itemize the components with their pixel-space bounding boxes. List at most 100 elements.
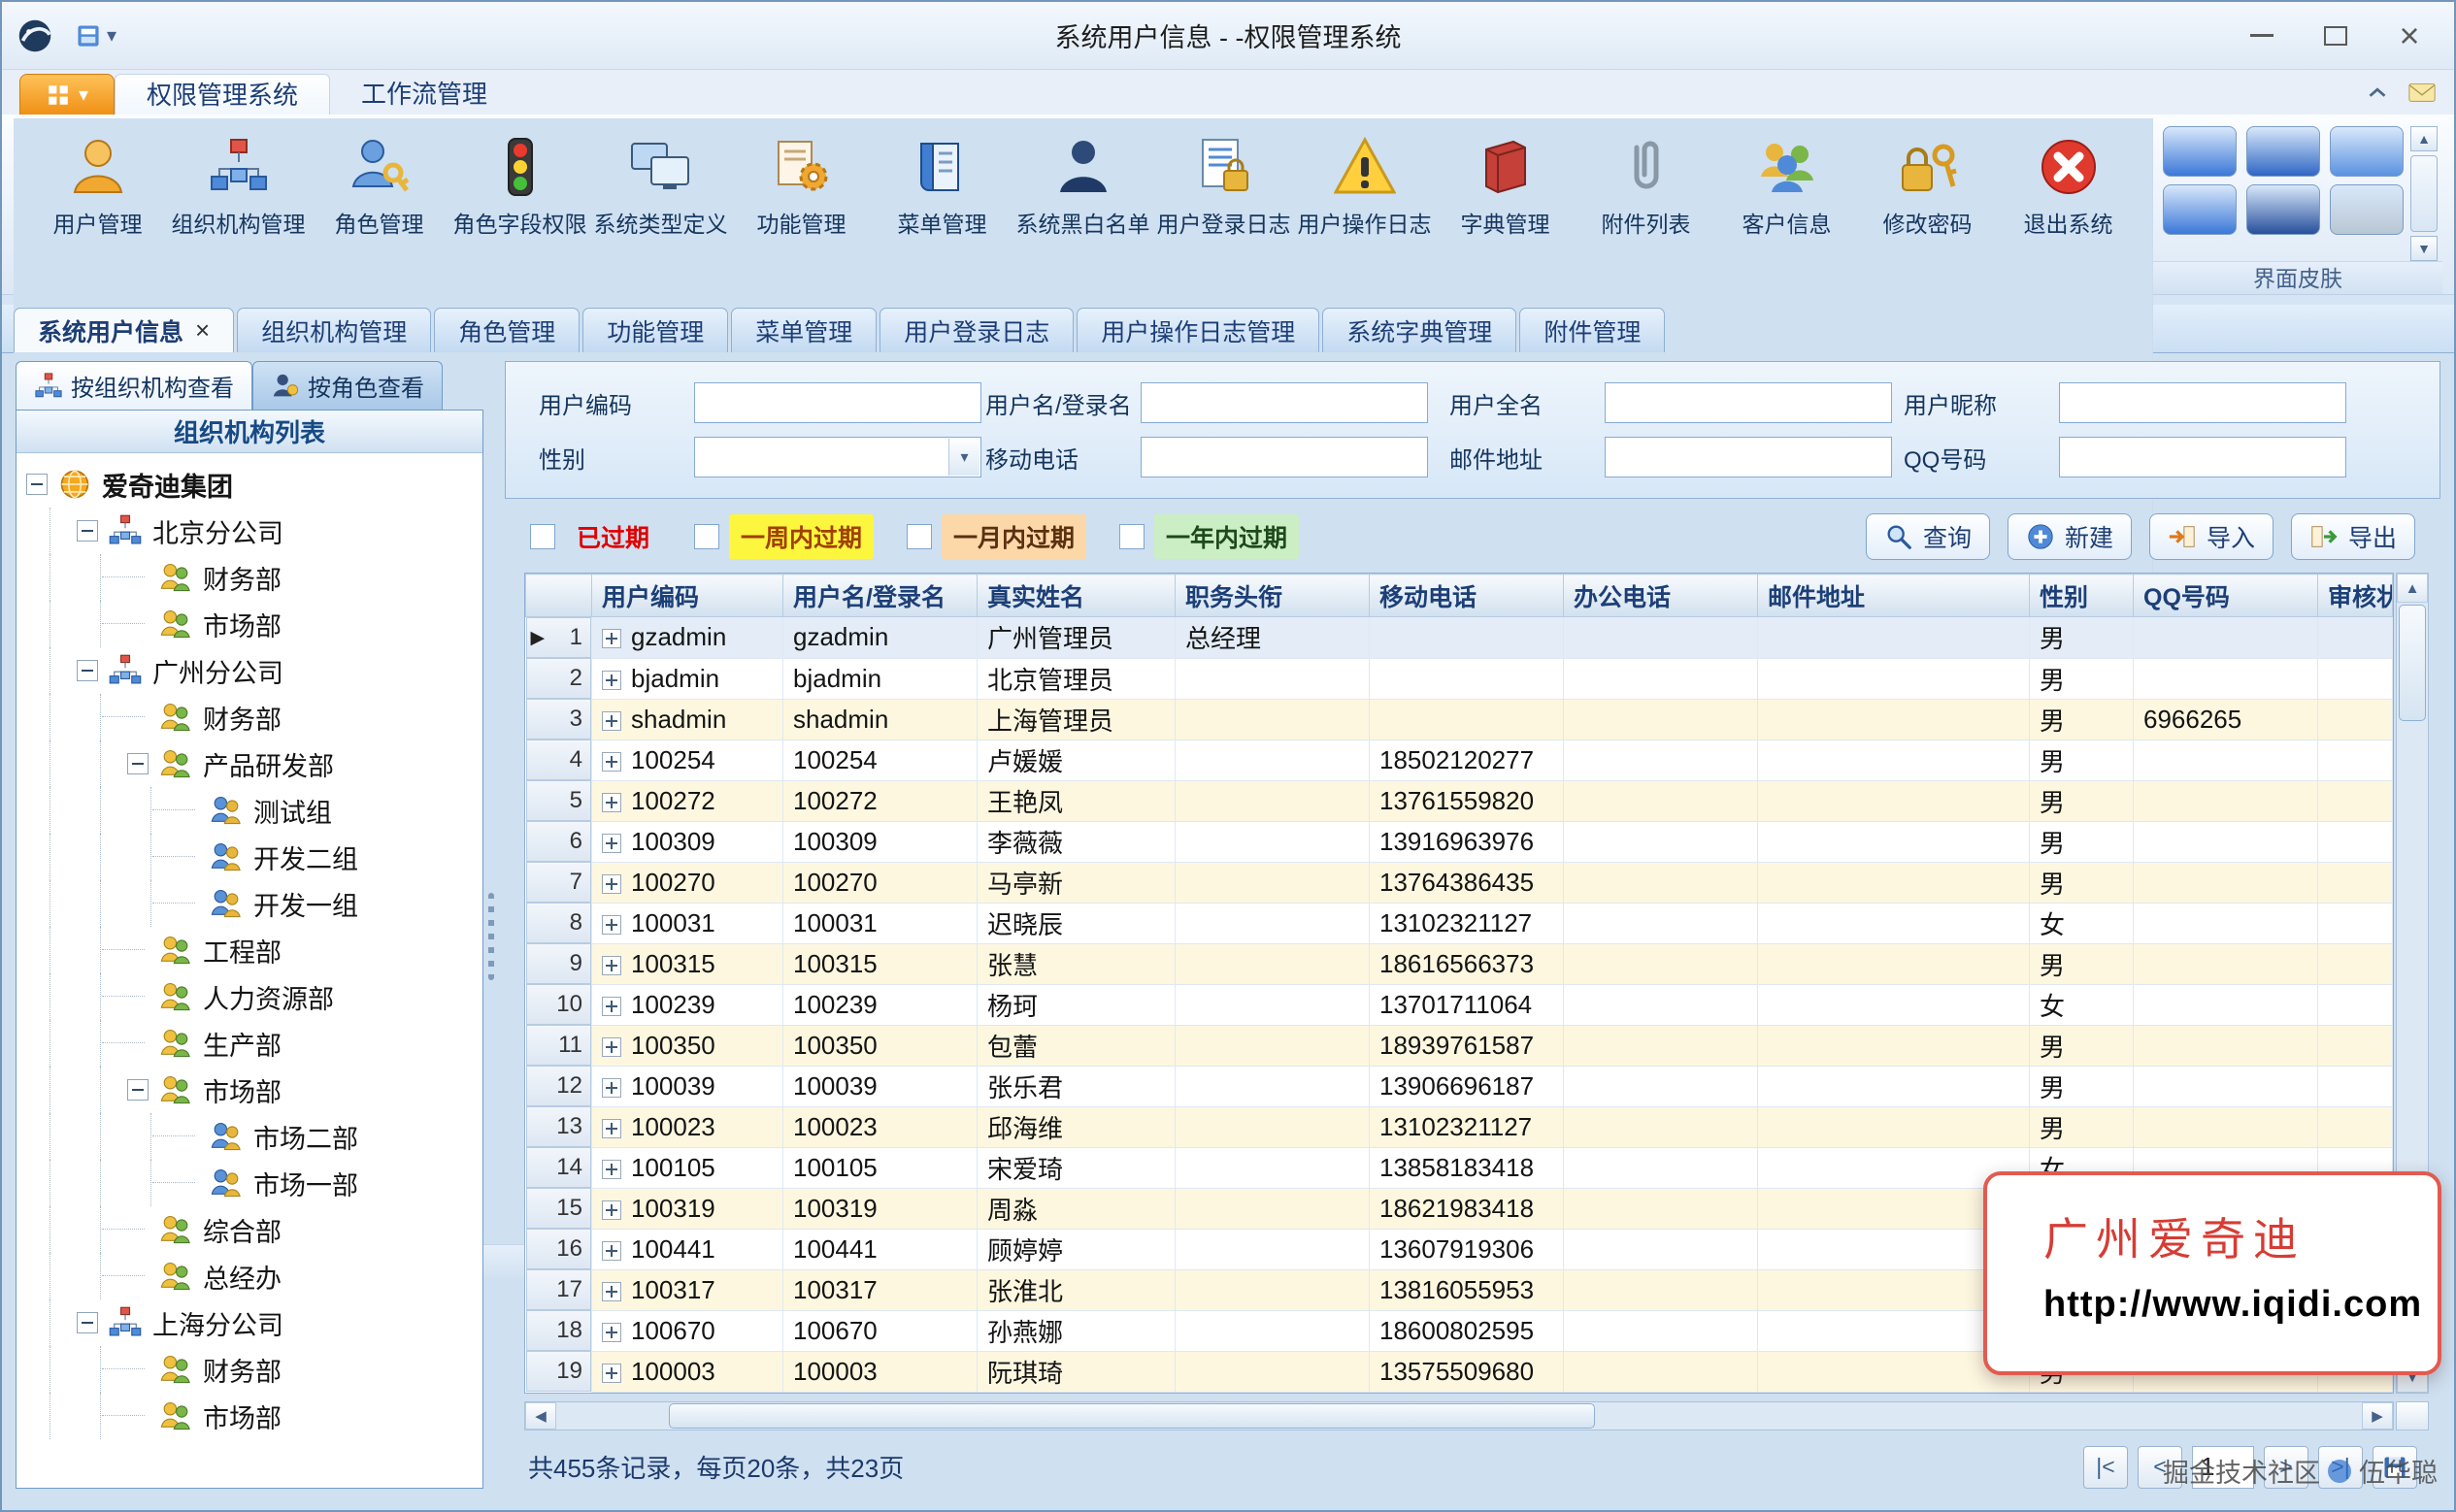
table-row-8[interactable]: 8100031100031迟晓辰13102321127女: [526, 903, 2393, 943]
grid-horizontal-scrollbar[interactable]: ◀ ▶: [524, 1401, 2394, 1430]
row-expand-icon[interactable]: [602, 915, 621, 935]
tree-item-市场部[interactable]: 市场部: [26, 1067, 482, 1113]
table-row-2[interactable]: 2bjadminbjadmin北京管理员男: [526, 658, 2393, 699]
table-row-9[interactable]: 9100315100315张慧18616566373男: [526, 943, 2393, 984]
tree-item-工程部[interactable]: 工程部: [26, 927, 482, 973]
row-expand-icon[interactable]: [602, 997, 621, 1016]
table-row-13[interactable]: 13100023100023邱海维13102321127男: [526, 1106, 2393, 1147]
tree-item-开发二组[interactable]: 开发二组: [26, 834, 482, 880]
document-tab-4[interactable]: 功能管理: [582, 308, 728, 352]
scroll-right-icon[interactable]: ▶: [2362, 1402, 2393, 1430]
add-button[interactable]: 新建: [2008, 513, 2132, 560]
ribbon-tab-1[interactable]: 权限管理系统: [115, 74, 330, 115]
legend-checkbox[interactable]: [694, 524, 719, 549]
left-tab-1[interactable]: 按组织机构查看: [16, 361, 252, 410]
row-expand-icon[interactable]: [602, 1160, 621, 1179]
row-expand-icon[interactable]: [602, 1364, 621, 1383]
table-row-4[interactable]: 4100254100254卢媛媛18502120277男: [526, 740, 2393, 780]
column-header-用户名/登录名[interactable]: 用户名/登录名: [783, 575, 978, 617]
tree-collapse-icon[interactable]: [26, 474, 48, 495]
row-expand-icon[interactable]: [602, 1282, 621, 1301]
tree-item-总经办[interactable]: 总经办: [26, 1253, 482, 1299]
row-expand-icon[interactable]: [602, 1119, 621, 1138]
legend-checkbox[interactable]: [530, 524, 555, 549]
document-tab-3[interactable]: 角色管理: [434, 308, 580, 352]
tree-item-产品研发部[interactable]: 产品研发部: [26, 740, 482, 787]
search-input-1[interactable]: [694, 382, 981, 423]
mail-icon[interactable]: [2407, 78, 2437, 107]
tree-item-财务部[interactable]: 财务部: [26, 1346, 482, 1393]
gender-select[interactable]: ▾: [694, 437, 981, 477]
tree-item-财务部[interactable]: 财务部: [26, 694, 482, 740]
row-expand-icon[interactable]: [602, 629, 621, 648]
tree-item-生产部[interactable]: 生产部: [26, 1020, 482, 1067]
close-button[interactable]: ×: [2373, 12, 2446, 60]
tree-collapse-icon[interactable]: [127, 753, 149, 774]
app-icon[interactable]: [16, 16, 54, 55]
panel-splitter[interactable]: [483, 361, 499, 1512]
tree-item-爱奇迪集团[interactable]: 爱奇迪集团: [26, 461, 482, 508]
table-row-12[interactable]: 12100039100039张乐君13906696187男: [526, 1066, 2393, 1106]
search-input-3[interactable]: [1605, 382, 1892, 423]
scroll-up-icon[interactable]: ▲: [2397, 574, 2428, 603]
maximize-button[interactable]: [2299, 12, 2373, 60]
scroll-thumb[interactable]: [2399, 605, 2426, 721]
column-header-真实姓名[interactable]: 真实姓名: [978, 575, 1176, 617]
row-expand-icon[interactable]: [602, 752, 621, 772]
document-tab-7[interactable]: 用户操作日志管理: [1077, 308, 1319, 352]
table-row-6[interactable]: 6100309100309李薇薇13916963976男: [526, 821, 2393, 862]
tree-item-市场部[interactable]: 市场部: [26, 1393, 482, 1439]
minimize-button[interactable]: [2225, 12, 2299, 60]
row-expand-icon[interactable]: [602, 874, 621, 894]
skin-option-3[interactable]: [2330, 126, 2404, 177]
tree-collapse-icon[interactable]: [127, 1079, 149, 1101]
row-expand-icon[interactable]: [602, 1241, 621, 1261]
row-expand-icon[interactable]: [602, 711, 621, 731]
scroll-left-icon[interactable]: ◀: [525, 1402, 556, 1430]
row-expand-icon[interactable]: [602, 1200, 621, 1220]
chevron-down-icon[interactable]: ▾: [948, 439, 979, 476]
skin-option-1[interactable]: [2163, 126, 2237, 177]
column-header-QQ号码[interactable]: QQ号码: [2134, 575, 2318, 617]
row-expand-icon[interactable]: [602, 956, 621, 975]
tree-item-综合部[interactable]: 综合部: [26, 1206, 482, 1253]
scroll-down-icon[interactable]: ▼: [2410, 236, 2438, 261]
tree-item-市场部[interactable]: 市场部: [26, 601, 482, 647]
table-row-11[interactable]: 11100350100350包蕾18939761587男: [526, 1025, 2393, 1066]
document-tab-6[interactable]: 用户登录日志: [880, 308, 1074, 352]
close-tab-icon[interactable]: ×: [195, 315, 210, 345]
search-button[interactable]: 查询: [1866, 513, 1990, 560]
scroll-up-icon[interactable]: ▲: [2410, 126, 2438, 151]
column-header-邮件地址[interactable]: 邮件地址: [1758, 575, 2030, 617]
tree-item-财务部[interactable]: 财务部: [26, 554, 482, 601]
search-input-4[interactable]: [2059, 382, 2346, 423]
document-tab-8[interactable]: 系统字典管理: [1322, 308, 1516, 352]
table-row-3[interactable]: 3shadminshadmin上海管理员男6966265: [526, 699, 2393, 740]
scroll-thumb[interactable]: [2410, 155, 2438, 232]
table-row-7[interactable]: 7100270100270马亭新13764386435男: [526, 862, 2393, 903]
document-tab-9[interactable]: 附件管理: [1519, 308, 1665, 352]
tree-item-上海分公司[interactable]: 上海分公司: [26, 1299, 482, 1346]
scroll-thumb[interactable]: [669, 1403, 1595, 1429]
tree-collapse-icon[interactable]: [77, 1312, 98, 1333]
tree-collapse-icon[interactable]: [77, 660, 98, 681]
tree-item-市场一部[interactable]: 市场一部: [26, 1160, 482, 1206]
column-header-用户编码[interactable]: 用户编码: [592, 575, 783, 617]
column-header-性别[interactable]: 性别: [2030, 575, 2134, 617]
import-button[interactable]: 导入: [2149, 513, 2273, 560]
quick-access-toolbar[interactable]: ▾: [68, 19, 124, 52]
export-button[interactable]: 导出: [2291, 513, 2415, 560]
tree-item-人力资源部[interactable]: 人力资源部: [26, 973, 482, 1020]
table-row-1[interactable]: ▶1gzadmingzadmin广州管理员总经理男: [526, 617, 2393, 659]
search-input-2[interactable]: [1141, 382, 1428, 423]
skin-option-2[interactable]: [2246, 126, 2320, 177]
search-input-8[interactable]: [2059, 437, 2346, 477]
column-header-办公电话[interactable]: 办公电话: [1564, 575, 1758, 617]
column-header-职务头衔[interactable]: 职务头衔: [1176, 575, 1370, 617]
skin-option-6[interactable]: [2330, 184, 2404, 235]
left-tab-2[interactable]: 按角色查看: [252, 361, 443, 410]
document-tab-5[interactable]: 菜单管理: [731, 308, 877, 352]
file-menu-button[interactable]: ▾: [19, 74, 115, 115]
tree-item-市场二部[interactable]: 市场二部: [26, 1113, 482, 1160]
row-expand-icon[interactable]: [602, 1037, 621, 1057]
